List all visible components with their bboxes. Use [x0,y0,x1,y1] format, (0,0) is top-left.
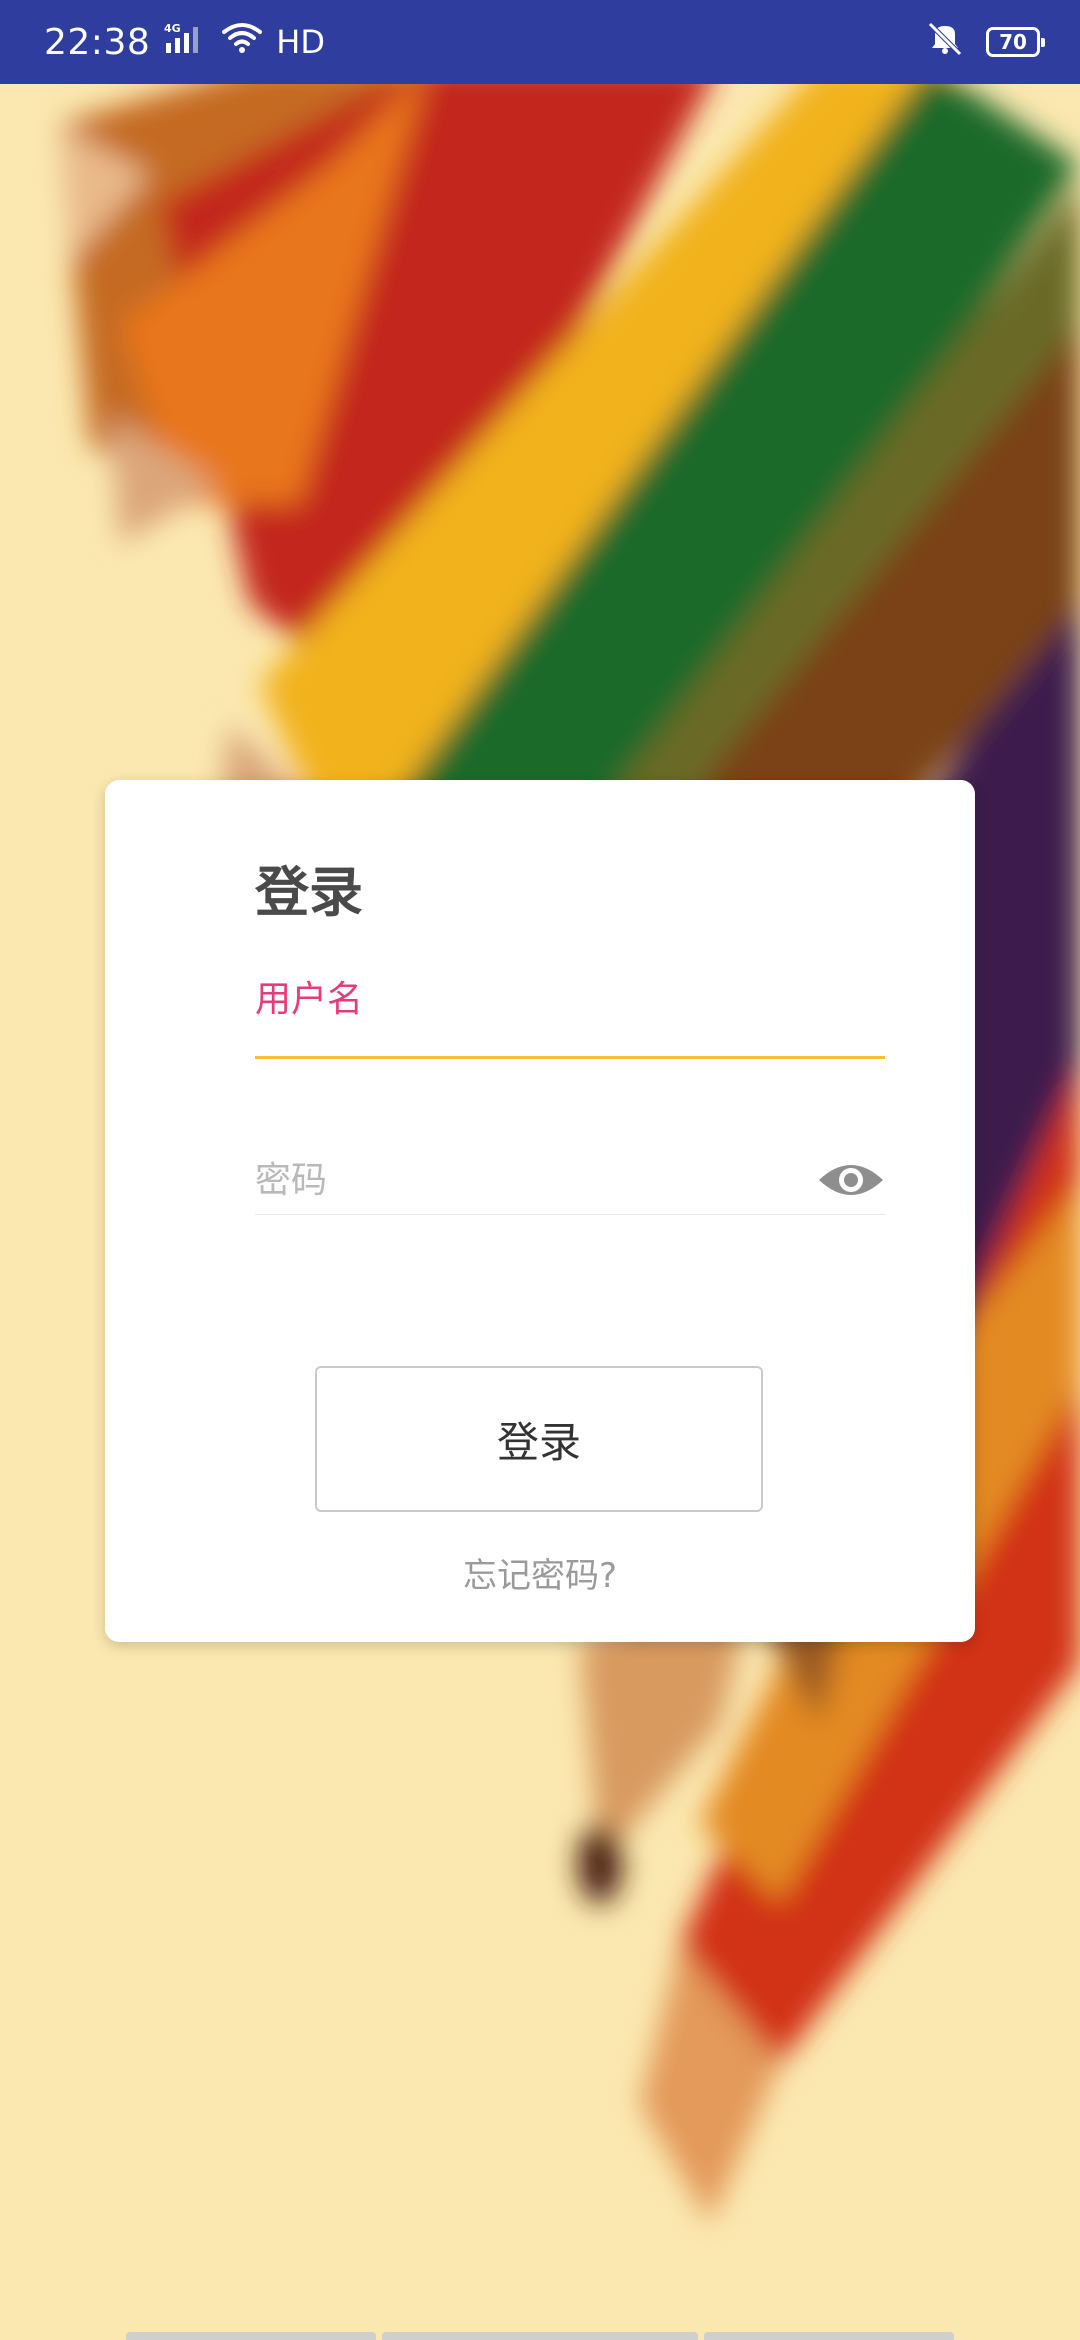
password-field[interactable] [255,1150,885,1215]
login-button[interactable]: 登录 [315,1366,763,1512]
wifi-icon [222,22,263,63]
status-bar: 22:38 4G HD 70 [0,0,1080,84]
svg-text:4G: 4G [164,22,181,35]
nav-hint-center [382,2332,698,2340]
forgot-password-link[interactable]: 忘记密码? [105,1548,975,1597]
username-field[interactable]: 用户名 [255,970,885,1059]
nav-hint-left [126,2332,376,2340]
battery-icon: 70 [986,27,1045,57]
battery-level: 70 [999,30,1027,54]
login-title: 登录 [255,861,363,924]
hd-indicator: HD [276,23,325,61]
password-input[interactable] [255,1152,795,1208]
username-input[interactable] [255,994,795,1050]
password-visibility-toggle[interactable] [817,1160,885,1204]
login-card: 登录 用户名 登录 忘记密码? [105,780,975,1642]
status-time: 22:38 [44,21,151,63]
nav-hint-right [704,2332,954,2340]
cell-signal-icon: 4G [164,21,208,64]
login-screen: 22:38 4G HD 70 登录 用户名 登录 忘记密码? [0,0,1080,2340]
eye-icon [817,1158,885,1206]
vibrate-mute-icon [924,20,966,65]
